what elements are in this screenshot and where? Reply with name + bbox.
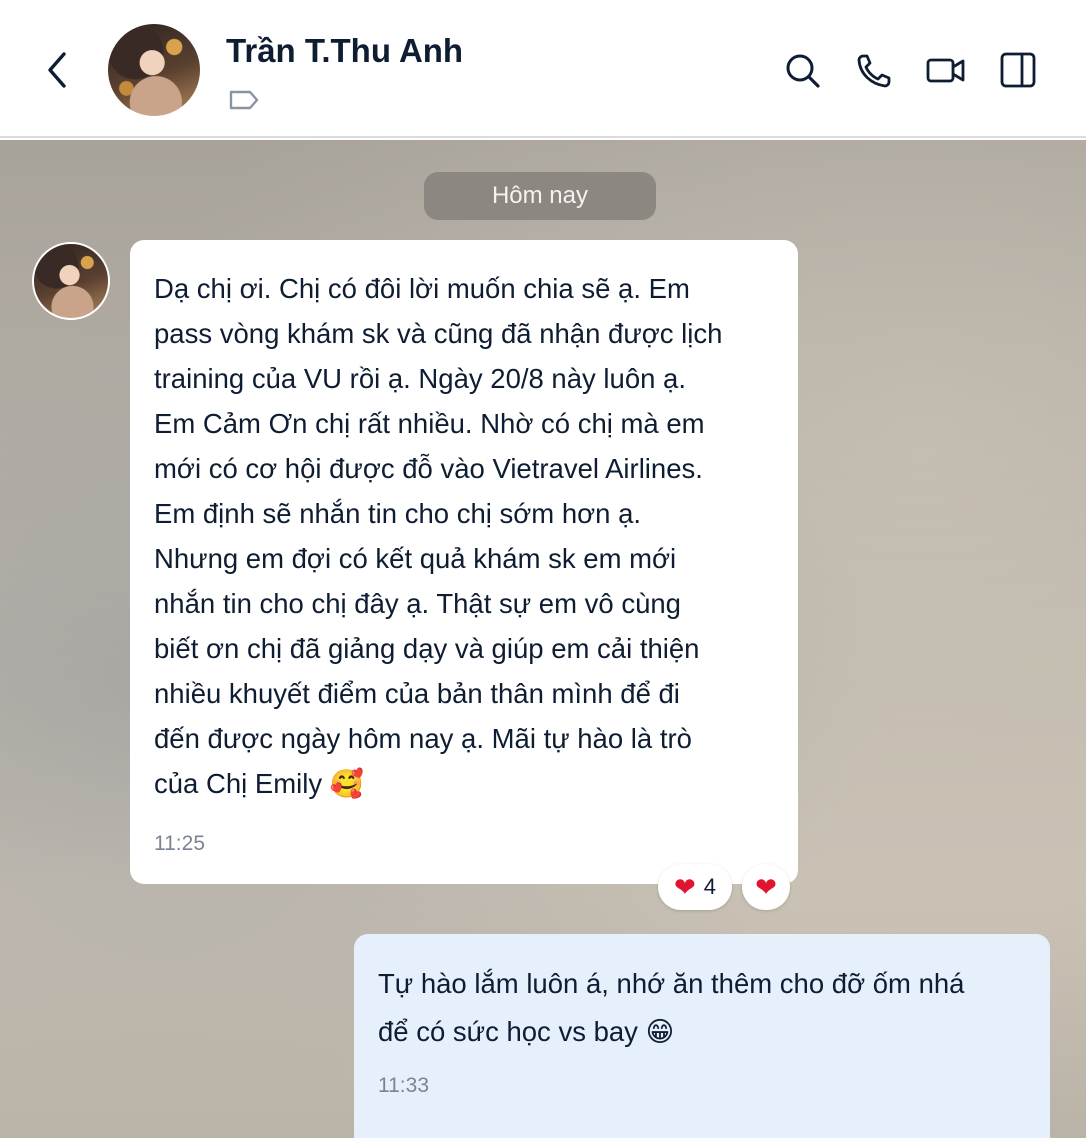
contact-name[interactable]: Trần T.Thu Anh [226,32,463,70]
reaction-count: 4 [703,874,717,899]
outgoing-message-time: 11:33 [378,1074,429,1097]
incoming-message-time: 11:25 [154,832,205,855]
heart-reaction-count[interactable]: ❤ 4 [658,864,732,910]
incoming-message-body: Dạ chị ơi. Chị có đôi lời muốn chia sẽ ạ… [154,273,723,799]
heart-icon: ❤ [673,871,696,902]
tag-icon[interactable] [228,88,260,112]
smiling-face-hearts-emoji: 🥰 [329,768,364,800]
phone-icon[interactable] [854,48,894,92]
sender-avatar[interactable] [32,242,110,320]
back-chevron-icon[interactable] [36,44,76,96]
date-divider: Hôm nay [424,172,656,220]
outgoing-message-text: Tự hào lắm luôn á, nhớ ăn thêm cho đỡ ốm… [378,960,1026,1056]
heart-icon: ❤ [755,871,777,902]
grinning-face-emoji: 😁 [645,1016,675,1048]
chat-area[interactable]: Hôm nay Dạ chị ơi. Chị có đôi lời muốn c… [0,140,1086,1138]
outgoing-message-bubble[interactable]: Tự hào lắm luôn á, nhớ ăn thêm cho đỡ ốm… [354,934,1050,1138]
incoming-message-bubble[interactable]: Dạ chị ơi. Chị có đôi lời muốn chia sẽ ạ… [130,240,798,884]
video-call-icon[interactable] [926,48,966,92]
chat-header: Trần T.Thu Anh [0,0,1086,138]
search-icon[interactable] [782,48,822,92]
side-panel-icon[interactable] [998,48,1038,92]
contact-avatar[interactable] [108,24,200,116]
add-heart-reaction-button[interactable]: ❤ [742,864,790,910]
incoming-message-text: Dạ chị ơi. Chị có đôi lời muốn chia sẽ ạ… [154,266,774,807]
